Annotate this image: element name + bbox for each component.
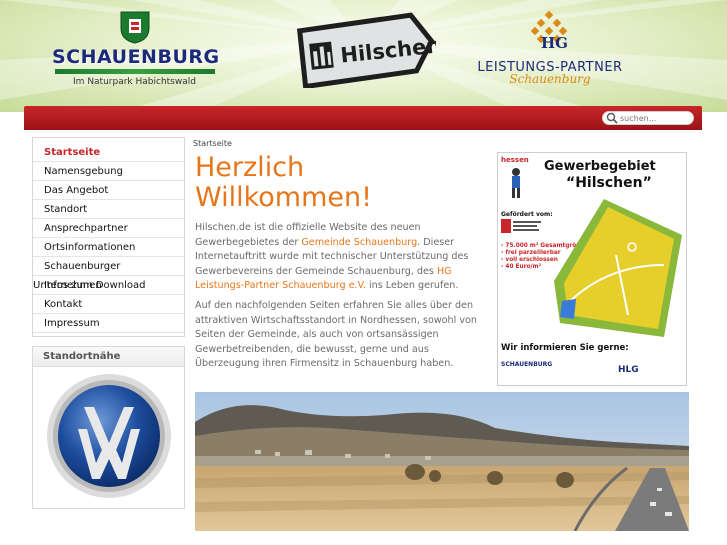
sidebar-item-schauenburger[interactable]: Schauenburger xyxy=(33,257,184,276)
gewerbegebiet-flyer[interactable]: hessen Gewerbegebiet “Hilschen” Geförder… xyxy=(497,152,687,386)
top-nav-bar xyxy=(24,106,702,130)
landscape-photo xyxy=(195,392,689,531)
sidebar-nav: Startseite Namensgebung Das Angebot Stan… xyxy=(32,137,185,337)
flyer-hessen-emblem-icon xyxy=(501,219,541,233)
sidebar-item-startseite[interactable]: Startseite xyxy=(33,143,184,162)
flyer-title-2: “Hilschen” xyxy=(566,175,652,191)
sidebar-item-kontakt[interactable]: Kontakt xyxy=(33,295,184,314)
flyer-bottom-text: Wir informieren Sie gerne: xyxy=(501,343,629,353)
flyer-title-1: Gewerbegebiet xyxy=(544,159,656,174)
breadcrumb[interactable]: Startseite xyxy=(193,139,232,148)
sidebar-item-impressum[interactable]: Impressum xyxy=(33,314,184,333)
leistungs-partner-logo[interactable]: HG LEISTUNGS-PARTNER Schauenburg xyxy=(470,10,630,95)
page-title-line1: Herzlich xyxy=(195,152,305,183)
intro-text-part3: ins Leben gerufen. xyxy=(365,280,459,292)
hg-diamond-icon: HG xyxy=(530,10,568,52)
page-title-line2: Willkommen! xyxy=(195,182,372,213)
vw-logo-icon[interactable] xyxy=(44,371,174,501)
sidebar-item-ortsinformationen[interactable]: Ortsinformationen xyxy=(33,238,184,257)
second-paragraph: Auf den nachfolgenden Seiten erfahren Si… xyxy=(195,300,477,370)
sidebar-overlap-label[interactable]: Unternehmen xyxy=(33,280,102,291)
hilschen-sign-logo[interactable]: Hilschen xyxy=(296,10,436,88)
standortnaehe-title: Standortnähe xyxy=(33,347,184,367)
page-title: Herzlich Willkommen! xyxy=(195,153,485,213)
search-box[interactable] xyxy=(602,111,694,125)
intro-paragraph: Hilschen.de ist die offizielle Website d… xyxy=(195,221,485,294)
gemeinde-schauenburg-link[interactable]: Gemeinde Schauenburg xyxy=(301,237,417,248)
flyer-figure-icon xyxy=(512,168,520,198)
site-header: SCHAUENBURG Im Naturpark Habichtswald Hi… xyxy=(0,0,727,112)
schauenburg-logo[interactable]: SCHAUENBURG Im Naturpark Habichtswald xyxy=(52,10,220,90)
sidebar-item-ansprechpartner[interactable]: Ansprechpartner xyxy=(33,219,184,238)
sidebar-item-das-angebot[interactable]: Das Angebot xyxy=(33,181,184,200)
flyer-footer-logo: SCHAUENBURG xyxy=(501,361,553,368)
sidebar-item-standort[interactable]: Standort xyxy=(33,200,184,219)
search-icon[interactable] xyxy=(606,112,618,124)
schauenburg-logo-bar xyxy=(54,69,215,74)
schauenburg-logo-subtitle: Im Naturpark Habichtswald xyxy=(73,77,196,87)
standortnaehe-box: Standortnähe xyxy=(32,346,185,509)
search-input[interactable] xyxy=(620,113,690,123)
schauenburg-logo-name: SCHAUENBURG xyxy=(52,46,220,68)
sidebar-item-namensgebung[interactable]: Namensgebung xyxy=(33,162,184,181)
schauenburg-crest-icon xyxy=(120,11,149,44)
flyer-site-map xyxy=(554,199,682,337)
flyer-foerderung: Gefördert vom: xyxy=(501,211,553,218)
hg-monogram-text: HG xyxy=(541,34,568,52)
flyer-hlg-logo: HLG xyxy=(618,365,639,375)
flyer-region: hessen xyxy=(501,156,529,164)
